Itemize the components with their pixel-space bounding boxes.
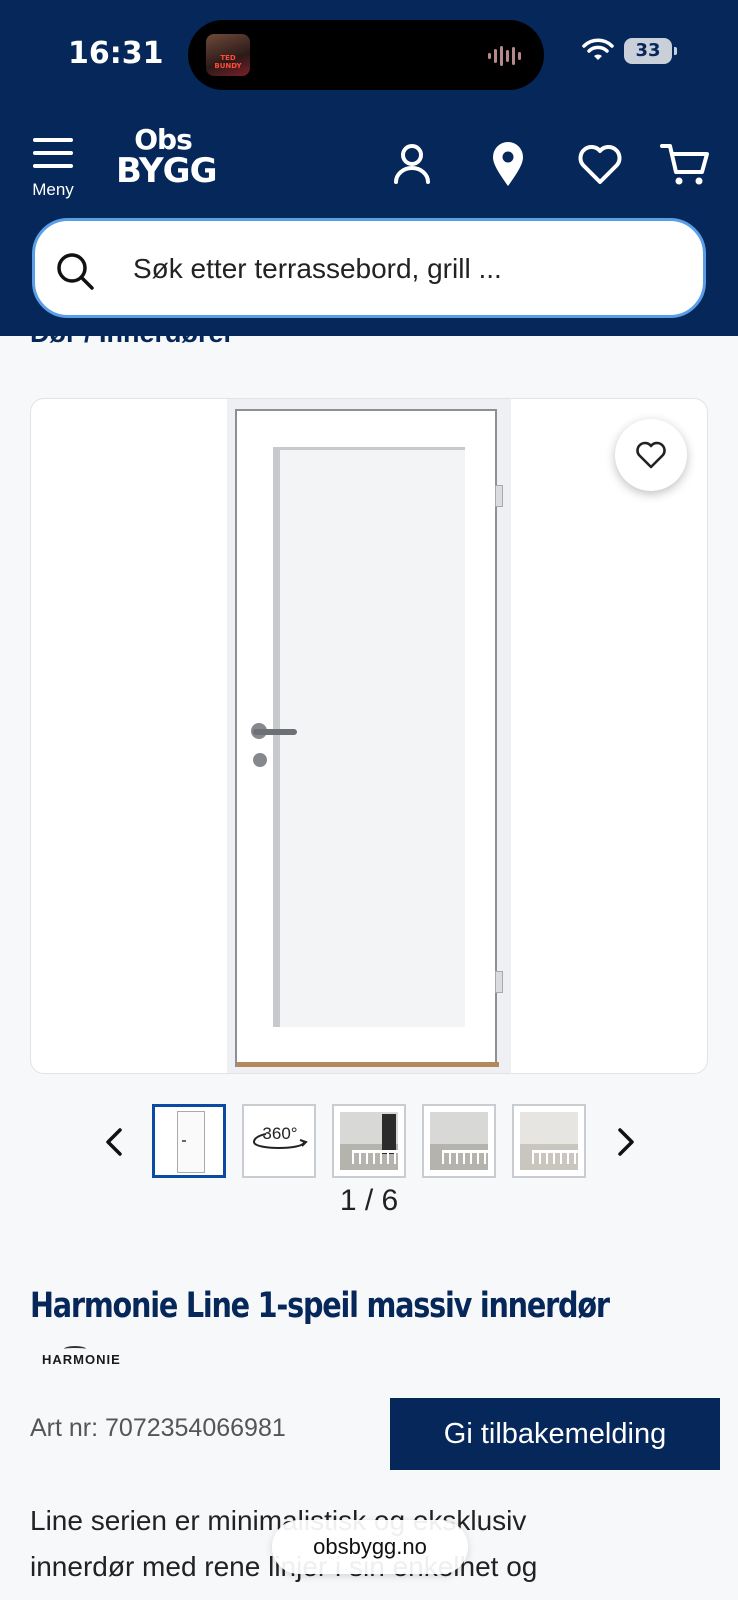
status-icons: 33 — [582, 38, 677, 64]
hamburger-icon — [33, 138, 73, 168]
heart-icon — [636, 441, 666, 469]
account-icon[interactable] — [388, 140, 436, 188]
search-input[interactable]: Søk etter terrassebord, grill ... — [32, 218, 706, 318]
feedback-button[interactable]: Gi tilbakemelding — [390, 1398, 720, 1470]
product-title: Harmonie Line 1-speil massiv innerdør — [30, 1286, 610, 1326]
chevron-left-icon — [106, 1128, 122, 1156]
product-image-carousel[interactable] — [30, 398, 708, 1074]
previous-image-button[interactable] — [96, 1118, 136, 1166]
site-header: 16:31 TED BUNDY 33 Meny Obs BYGG Søk ett… — [0, 0, 738, 336]
brand-logo[interactable]: HARMONIE — [42, 1352, 121, 1367]
article-number: Art nr: 7072354066981 — [30, 1414, 286, 1442]
logo-line2: BYGG — [116, 151, 218, 191]
favorites-icon[interactable] — [576, 140, 624, 188]
search-placeholder: Søk etter terrassebord, grill ... — [133, 253, 502, 284]
logo-line1: Obs — [134, 123, 193, 156]
now-playing-label: TED BUNDY — [214, 54, 242, 70]
wifi-icon — [582, 38, 614, 60]
search-icon — [57, 253, 94, 290]
add-to-favorites-button[interactable] — [615, 419, 687, 491]
menu-label: Meny — [32, 180, 74, 199]
thumbnail-room-3[interactable] — [512, 1104, 586, 1178]
browser-url-bar[interactable]: obsbygg.no — [272, 1520, 468, 1574]
dynamic-island[interactable]: TED BUNDY — [188, 20, 544, 90]
battery-indicator: 33 — [624, 38, 677, 64]
thumbnail-door-front[interactable] — [152, 1104, 226, 1178]
store-location-icon[interactable] — [484, 140, 532, 188]
menu-button[interactable]: Meny — [28, 138, 78, 202]
product-image-door — [227, 399, 511, 1073]
thumbnail-room-2[interactable] — [422, 1104, 496, 1178]
image-counter: 1 / 6 — [339, 1184, 399, 1217]
cart-icon[interactable] — [660, 140, 709, 188]
chevron-right-icon — [618, 1128, 634, 1156]
thumbnail-strip: 360° — [96, 1104, 644, 1180]
thumbnail-360-view[interactable]: 360° — [242, 1104, 316, 1178]
thumbnail-room-1[interactable] — [332, 1104, 406, 1178]
now-playing-artwork: TED BUNDY — [206, 34, 250, 76]
next-image-button[interactable] — [604, 1118, 644, 1166]
status-time: 16:31 — [68, 36, 164, 71]
thumbnail-360-label: 360° — [262, 1124, 297, 1143]
obs-bygg-logo[interactable]: Obs BYGG — [116, 123, 218, 191]
rotate-360-icon: 360° — [253, 1124, 308, 1149]
audio-waveform-icon — [488, 46, 521, 66]
